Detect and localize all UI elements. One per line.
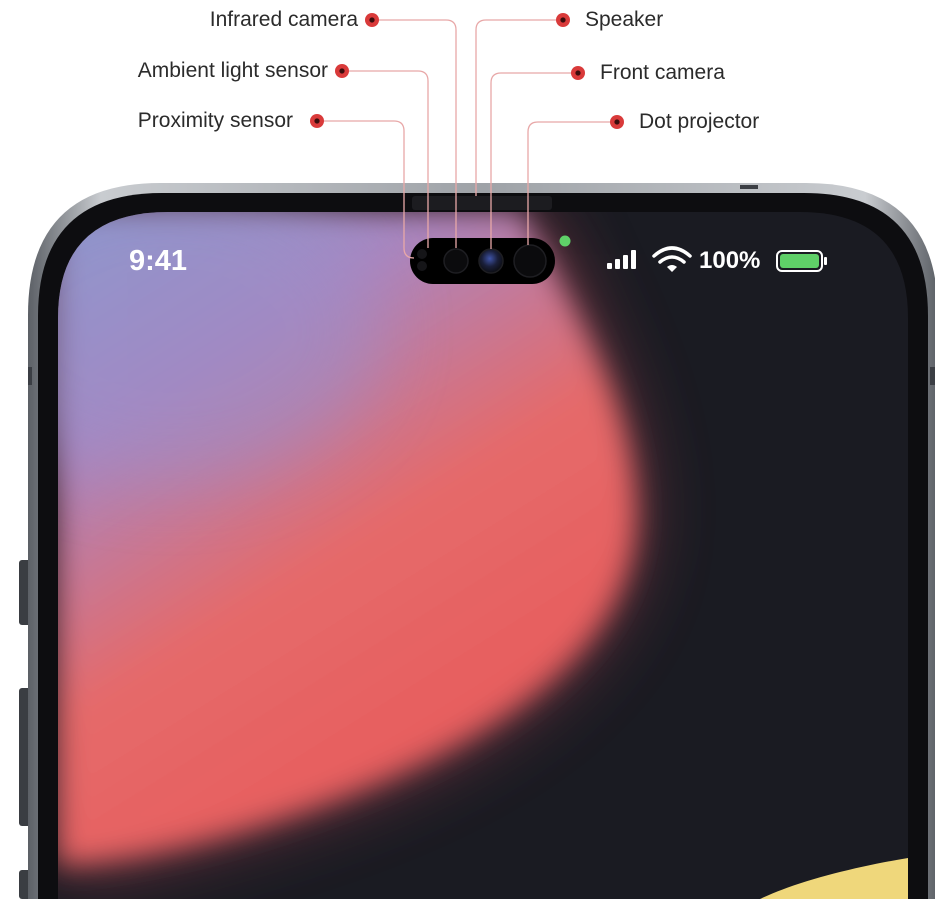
diagram: 9:41 100% Infrared camera Ambient light …: [0, 0, 935, 899]
wallpaper: [58, 212, 908, 899]
status-time: 9:41: [129, 245, 188, 277]
dot-projector-lens: [513, 244, 547, 278]
speaker-grille: [412, 196, 552, 210]
label-proximity-sensor: Proximity sensor: [137, 109, 293, 132]
label-speaker: Speaker: [585, 8, 664, 31]
callout-dot-dot-projector: [610, 115, 624, 129]
callout-dot-proximity-sensor: [310, 114, 324, 128]
callout-dot-infrared-camera: [365, 13, 379, 27]
label-front-camera: Front camera: [600, 61, 725, 84]
callout-dot-speaker: [556, 13, 570, 27]
label-infrared-camera: Infrared camera: [209, 8, 358, 31]
callout-dot-ambient-light-sensor: [335, 64, 349, 78]
label-ambient-light-sensor: Ambient light sensor: [137, 59, 328, 82]
label-dot-projector: Dot projector: [639, 110, 760, 133]
proximity-sensor-window: [417, 249, 427, 259]
battery-percentage: 100%: [699, 247, 761, 274]
phone-illustration: [19, 19, 935, 899]
front-camera-lens: [478, 248, 504, 274]
callout-dot-front-camera: [571, 66, 585, 80]
infrared-camera-lens: [443, 248, 469, 274]
privacy-indicator-dot: [559, 235, 571, 247]
